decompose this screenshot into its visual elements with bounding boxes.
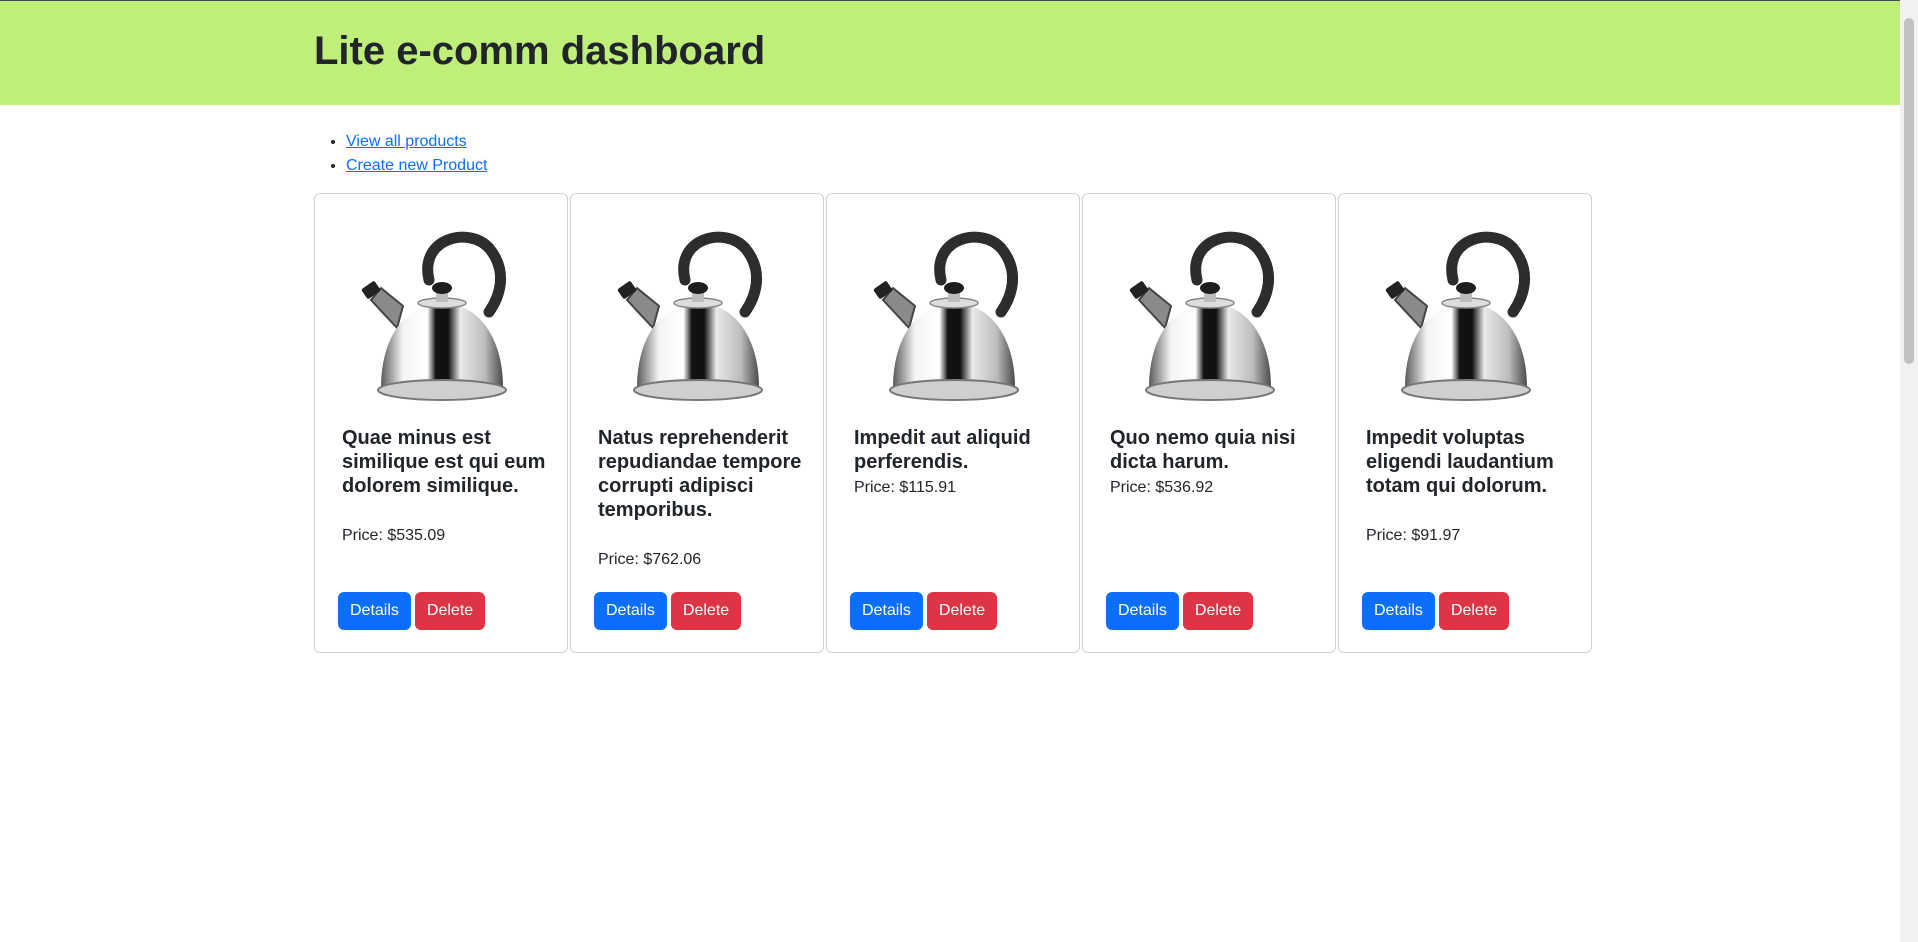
card-actions: Details Delete bbox=[1106, 592, 1257, 630]
header-banner: Lite e-comm dashboard bbox=[0, 1, 1900, 105]
nav-item-create: Create new Product bbox=[346, 154, 487, 178]
view-all-products-link[interactable]: View all products bbox=[346, 133, 467, 150]
details-button[interactable]: Details bbox=[1106, 592, 1179, 630]
product-price: Price: $762.06 bbox=[598, 551, 702, 568]
card-actions: Details Delete bbox=[594, 592, 745, 630]
product-title: Quo nemo quia nisi dicta harum. bbox=[1110, 427, 1296, 473]
product-card: Quae minus est similique est qui eum dol… bbox=[314, 193, 568, 653]
product-title: Natus reprehenderit repudiandae tempore … bbox=[598, 427, 802, 521]
product-card: Quo nemo quia nisi dicta harum. Price: $… bbox=[1082, 193, 1336, 653]
card-actions: Details Delete bbox=[338, 592, 489, 630]
page-title: Lite e-comm dashboard bbox=[314, 29, 766, 73]
product-title: Impedit voluptas eligendi laudantium tot… bbox=[1366, 427, 1554, 497]
delete-button[interactable]: Delete bbox=[926, 592, 998, 630]
details-button[interactable]: Details bbox=[850, 592, 923, 630]
nav-links: View all products Create new Product bbox=[314, 130, 487, 178]
delete-button[interactable]: Delete bbox=[1182, 592, 1254, 630]
product-price: Price: $536.92 bbox=[1110, 479, 1214, 496]
product-title: Quae minus est similique est qui eum dol… bbox=[342, 427, 546, 497]
kettle-image bbox=[617, 231, 763, 401]
product-card: Impedit voluptas eligendi laudantium tot… bbox=[1338, 193, 1592, 653]
product-price: Price: $91.97 bbox=[1366, 527, 1461, 544]
delete-button[interactable]: Delete bbox=[414, 592, 486, 630]
product-card-grid: Quae minus est similique est qui eum dol… bbox=[314, 193, 1594, 653]
product-price: Price: $535.09 bbox=[342, 527, 446, 544]
kettle-image bbox=[1129, 231, 1275, 401]
product-title: Impedit aut aliquid perferendis. bbox=[854, 427, 1031, 473]
kettle-image bbox=[1385, 231, 1531, 401]
card-actions: Details Delete bbox=[850, 592, 1001, 630]
kettle-image bbox=[873, 231, 1019, 401]
vertical-scrollbar[interactable] bbox=[1900, 0, 1918, 942]
delete-button[interactable]: Delete bbox=[670, 592, 742, 630]
product-price: Price: $115.91 bbox=[854, 479, 956, 496]
product-card: Natus reprehenderit repudiandae tempore … bbox=[570, 193, 824, 653]
scrollbar-thumb[interactable] bbox=[1904, 18, 1914, 364]
create-new-product-link[interactable]: Create new Product bbox=[346, 157, 487, 174]
details-button[interactable]: Details bbox=[338, 592, 411, 630]
delete-button[interactable]: Delete bbox=[1438, 592, 1510, 630]
details-button[interactable]: Details bbox=[594, 592, 667, 630]
nav-item-view-all: View all products bbox=[346, 130, 487, 154]
kettle-image bbox=[361, 231, 507, 401]
product-card: Impedit aut aliquid perferendis. Price: … bbox=[826, 193, 1080, 653]
details-button[interactable]: Details bbox=[1362, 592, 1435, 630]
card-actions: Details Delete bbox=[1362, 592, 1513, 630]
